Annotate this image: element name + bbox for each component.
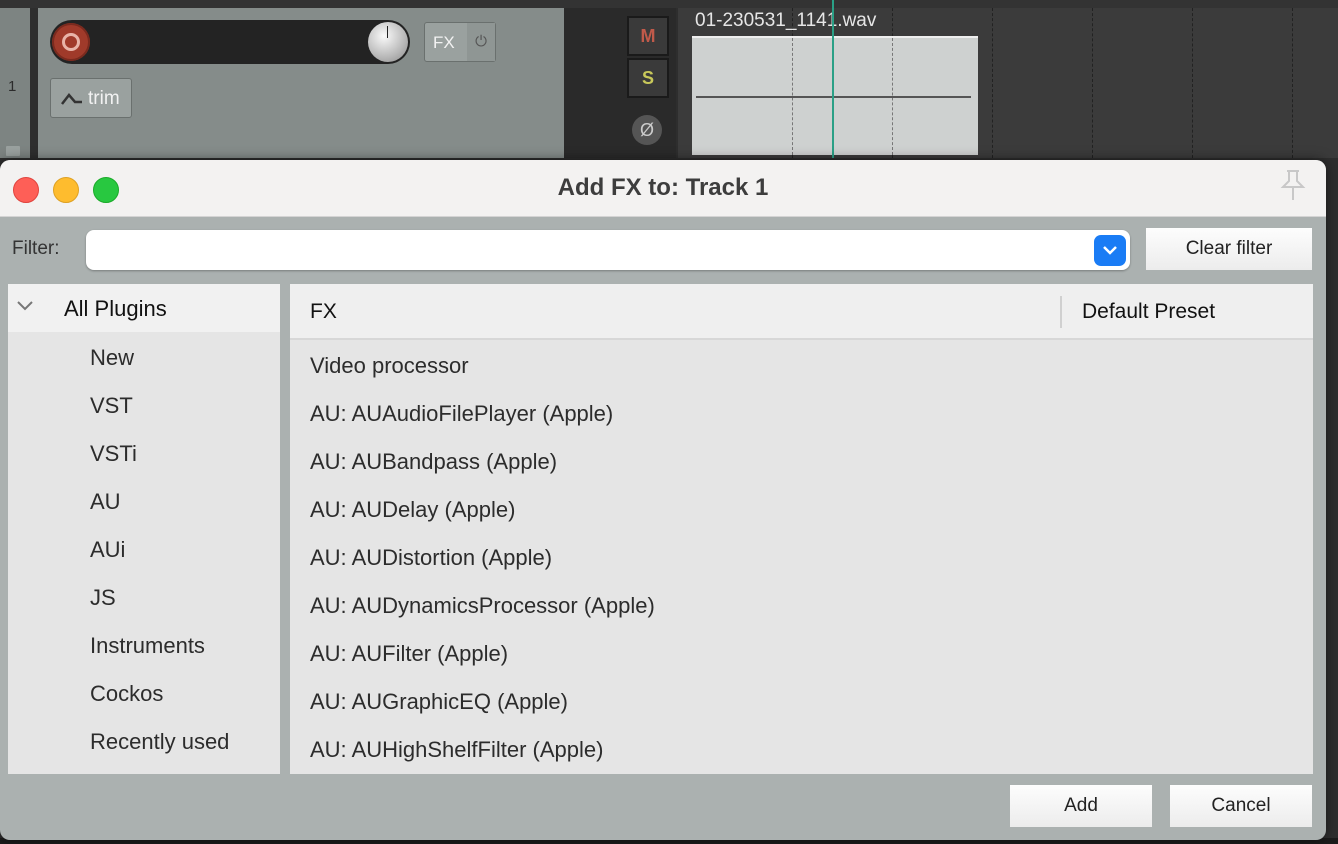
- list-item[interactable]: AU: AUAudioFilePlayer (Apple): [310, 401, 613, 427]
- list-item[interactable]: AU: AUGraphicEQ (Apple): [310, 689, 568, 715]
- chevron-down-icon[interactable]: [16, 298, 34, 312]
- grid-line: [992, 8, 994, 158]
- column-header-fx[interactable]: FX: [310, 300, 337, 324]
- column-divider[interactable]: [1060, 296, 1062, 328]
- titlebar[interactable]: Add FX to: Track 1: [0, 160, 1326, 217]
- tree-item-new[interactable]: New: [90, 345, 134, 371]
- power-icon[interactable]: ⏻: [467, 23, 495, 61]
- add-fx-dialog: Add FX to: Track 1 Filter: Clear filter …: [0, 160, 1326, 840]
- tree-item-instruments[interactable]: Instruments: [90, 633, 205, 659]
- tree-item-cockos[interactable]: Cockos: [90, 681, 163, 707]
- filter-history-dropdown[interactable]: [1094, 235, 1126, 266]
- fx-label: FX: [433, 33, 455, 52]
- tree-item-aui[interactable]: AUi: [90, 537, 125, 563]
- mute-button[interactable]: M: [627, 16, 669, 56]
- cancel-button[interactable]: Cancel: [1170, 785, 1312, 827]
- clear-filter-button[interactable]: Clear filter: [1146, 228, 1312, 270]
- tree-item-au[interactable]: AU: [90, 489, 121, 515]
- playhead-cursor[interactable]: [832, 0, 834, 158]
- grid-line: [1092, 8, 1094, 158]
- chevron-down-icon: [1103, 246, 1117, 255]
- filter-label: Filter:: [12, 238, 60, 259]
- list-item[interactable]: AU: AUHighShelfFilter (Apple): [310, 737, 603, 763]
- trim-label: trim: [88, 88, 120, 109]
- grid-line: [1192, 8, 1194, 158]
- dialog-title: Add FX to: Track 1: [557, 174, 769, 201]
- tree-item-js[interactable]: JS: [90, 585, 116, 611]
- volume-knob[interactable]: [368, 22, 408, 62]
- list-item[interactable]: Video processor: [310, 353, 469, 379]
- fx-list[interactable]: FX Default Preset Video processor AU: AU…: [290, 284, 1313, 774]
- list-item[interactable]: AU: AUDelay (Apple): [310, 497, 515, 523]
- folder-icon[interactable]: [6, 146, 20, 156]
- list-item[interactable]: AU: AUBandpass (Apple): [310, 449, 557, 475]
- fx-button[interactable]: FX ⏻: [424, 22, 496, 62]
- list-header: FX Default Preset: [290, 284, 1313, 340]
- media-item-name: 01-230531_1141.wav: [695, 10, 877, 31]
- grid-line: [1292, 8, 1294, 158]
- tree-root-label: All Plugins: [64, 296, 167, 321]
- column-header-default-preset[interactable]: Default Preset: [1082, 300, 1215, 324]
- ruler-strip: [0, 0, 1338, 8]
- solo-button[interactable]: S: [627, 58, 669, 98]
- filter-input[interactable]: [86, 230, 1130, 270]
- phase-invert-button[interactable]: Ø: [632, 115, 662, 145]
- record-arm-button[interactable]: [52, 23, 90, 61]
- tree-item-recently-used[interactable]: Recently used: [90, 729, 229, 755]
- volume-fader[interactable]: [50, 20, 410, 64]
- track-number: 1: [8, 78, 17, 95]
- tree-item-vsti[interactable]: VSTi: [90, 441, 137, 467]
- track-number-strip[interactable]: 1: [0, 8, 30, 158]
- list-item[interactable]: AU: AUDynamicsProcessor (Apple): [310, 593, 655, 619]
- trim-button[interactable]: trim: [50, 78, 132, 118]
- tree-item-all-plugins[interactable]: All Plugins: [8, 284, 280, 332]
- list-item[interactable]: AU: AUDistortion (Apple): [310, 545, 552, 571]
- media-item[interactable]: [692, 36, 978, 155]
- envelope-icon: [61, 93, 82, 105]
- plugin-category-tree[interactable]: All Plugins New VST VSTi AU AUi JS Instr…: [8, 284, 280, 774]
- tree-item-vst[interactable]: VST: [90, 393, 133, 419]
- list-item[interactable]: AU: AUFilter (Apple): [310, 641, 508, 667]
- add-button[interactable]: Add: [1010, 785, 1152, 827]
- pin-icon[interactable]: [1278, 168, 1308, 202]
